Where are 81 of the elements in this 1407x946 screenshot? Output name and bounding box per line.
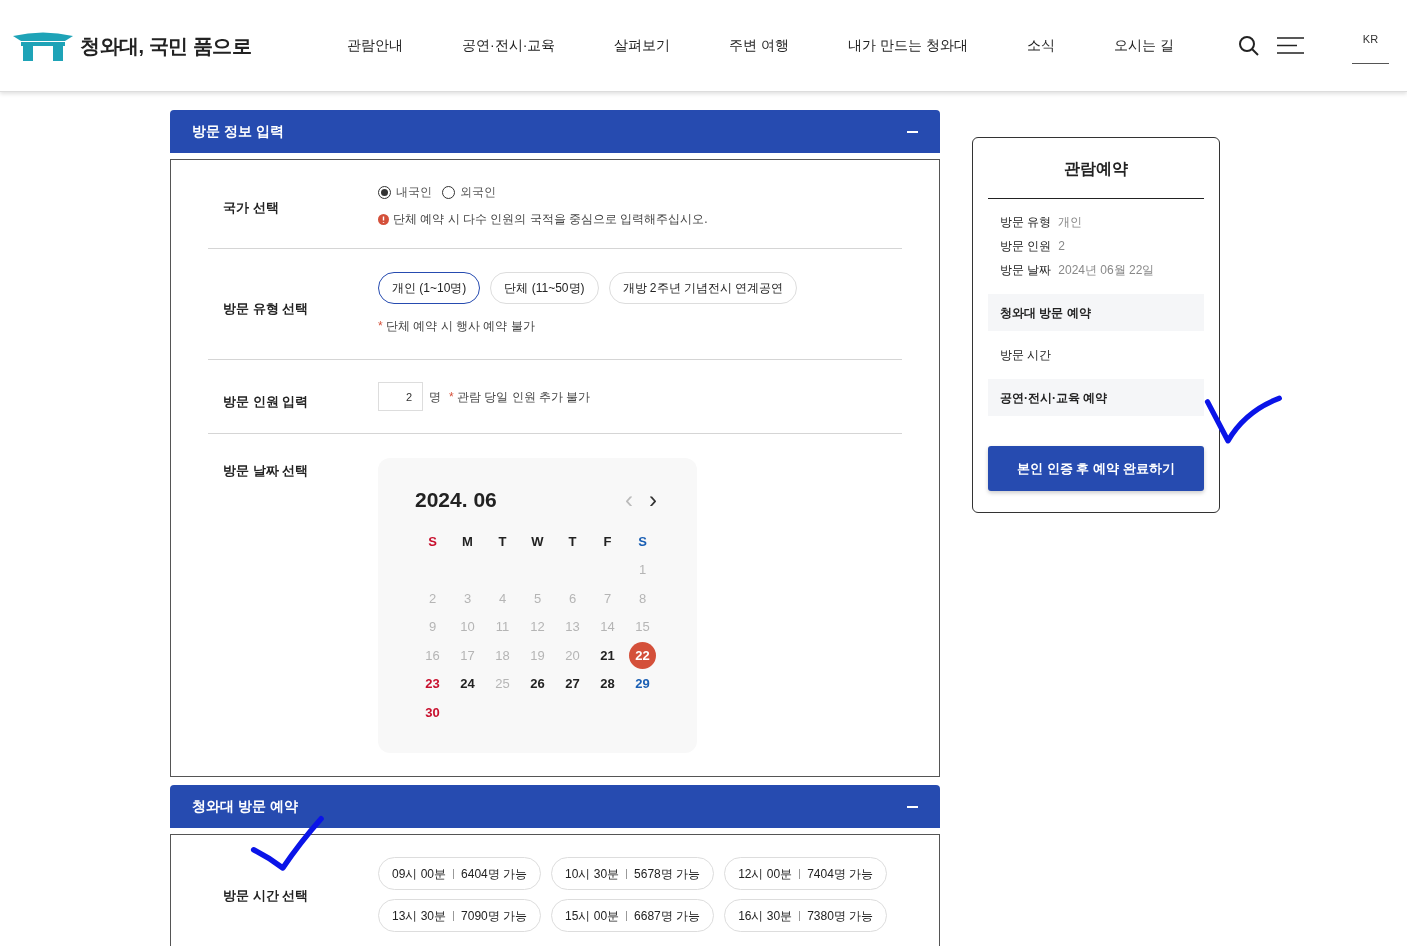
summary-value: 2024년 06월 22일 [1058,262,1155,279]
calendar-day: 2 [419,584,446,612]
calendar-day: 18 [489,641,516,669]
calendar-day: 16 [419,641,446,669]
calendar-day[interactable]: 22 [629,641,656,669]
calendar-day[interactable]: 23 [419,670,446,698]
search-icon[interactable] [1238,34,1260,57]
calendar-day: 8 [629,584,656,612]
section-title: 청와대 방문 예약 [192,797,298,816]
language-button[interactable]: KR [1352,27,1389,64]
field-label: 방문 유형 선택 [223,301,309,316]
radio-option[interactable]: 외국인 [442,183,496,201]
summary-value: 2 [1058,238,1066,255]
summary-label: 방문 인원 [1000,238,1052,255]
summary-label: 방문 유형 [1000,214,1052,231]
unit-label: 명 [429,388,441,406]
calendar-day: 13 [559,613,586,641]
summary-section-title: 공연·전시·교육 예약 [1000,389,1108,407]
summary-section-title: 청와대 방문 예약 [1000,304,1091,322]
field-label: 방문 인원 입력 [223,394,309,409]
calendar-day[interactable]: 21 [594,641,621,669]
calendar-day: 14 [594,613,621,641]
calendar-day: 3 [454,584,481,612]
summary-label: 방문 날짜 [1000,262,1052,279]
weekday-label: T [497,532,508,551]
calendar-day[interactable]: 26 [524,670,551,698]
section-header[interactable]: 청와대 방문 예약 [170,785,940,828]
calendar-month: 2024. 06 [415,487,497,513]
info-icon [378,213,389,225]
calendar-day[interactable]: 27 [559,670,586,698]
calendar-day[interactable]: 28 [594,670,621,698]
summary-value: 개인 [1058,214,1083,231]
weekday-label: F [602,532,613,551]
weekday-label: S [427,532,438,551]
calendar-day: 17 [454,641,481,669]
site-title[interactable]: 청와대, 국민 품으로 [80,30,252,61]
nav-link[interactable]: 내가 만드는 청와대 [848,35,968,56]
nav-link[interactable]: 살펴보기 [614,35,671,56]
calendar-day: 19 [524,641,551,669]
submit-button[interactable]: 본인 인증 후 예약 완료하기 [988,446,1204,491]
calendar-day[interactable]: 24 [454,670,481,698]
summary-item: 방문 시간 [1000,347,1052,364]
calendar-day: 4 [489,584,516,612]
field-label: 국가 선택 [223,200,279,215]
calendar-day: 9 [419,613,446,641]
calendar-day: 7 [594,584,621,612]
field-label: 방문 날짜 선택 [223,463,309,478]
calendar-day: 11 [489,613,516,641]
nav-link[interactable]: 공연·전시·교육 [462,35,556,56]
field-label: 방문 시간 선택 [223,887,309,903]
visitor-count-field[interactable]: 2 [378,382,423,411]
calendar-day: 12 [524,613,551,641]
calendar-day: 20 [559,641,586,669]
card-title: 관람예약 [1064,159,1128,179]
weekday-label: W [530,532,545,551]
weekday-label: T [567,532,578,551]
calendar-day[interactable]: 29 [629,670,656,698]
nav-link[interactable]: 소식 [1027,35,1055,56]
next-month-button[interactable]: › [649,487,657,512]
calendar-day: 5 [524,584,551,612]
weekday-label: S [637,532,648,551]
calendar-day[interactable]: 30 [419,698,446,726]
weekday-label: M [461,532,474,551]
calendar-day: 10 [454,613,481,641]
minus-icon[interactable] [907,130,918,133]
section-title: 방문 정보 입력 [192,122,284,141]
calendar-day: 6 [559,584,586,612]
note-text: * 단체 예약 시 행사 예약 불가 [378,319,535,333]
calendar-day: 15 [629,613,656,641]
notice-text: 단체 예약 시 다수 인원의 국적을 중심으로 입력해주십시오. [393,211,708,228]
radio-option[interactable]: 내국인 [378,183,432,201]
calendar-day: 25 [489,670,516,698]
nav-link[interactable]: 오시는 길 [1114,35,1174,56]
gate-logo-icon[interactable] [13,30,73,61]
section-header[interactable]: 방문 정보 입력 [170,110,940,153]
nav-link[interactable]: 주변 여행 [729,35,790,56]
calendar-day: 1 [629,556,656,584]
menu-icon[interactable] [1277,37,1304,54]
note-text: * 관람 당일 인원 추가 불가 [449,388,591,406]
nav-link[interactable]: 관람안내 [347,35,403,56]
minus-icon[interactable] [907,805,918,808]
